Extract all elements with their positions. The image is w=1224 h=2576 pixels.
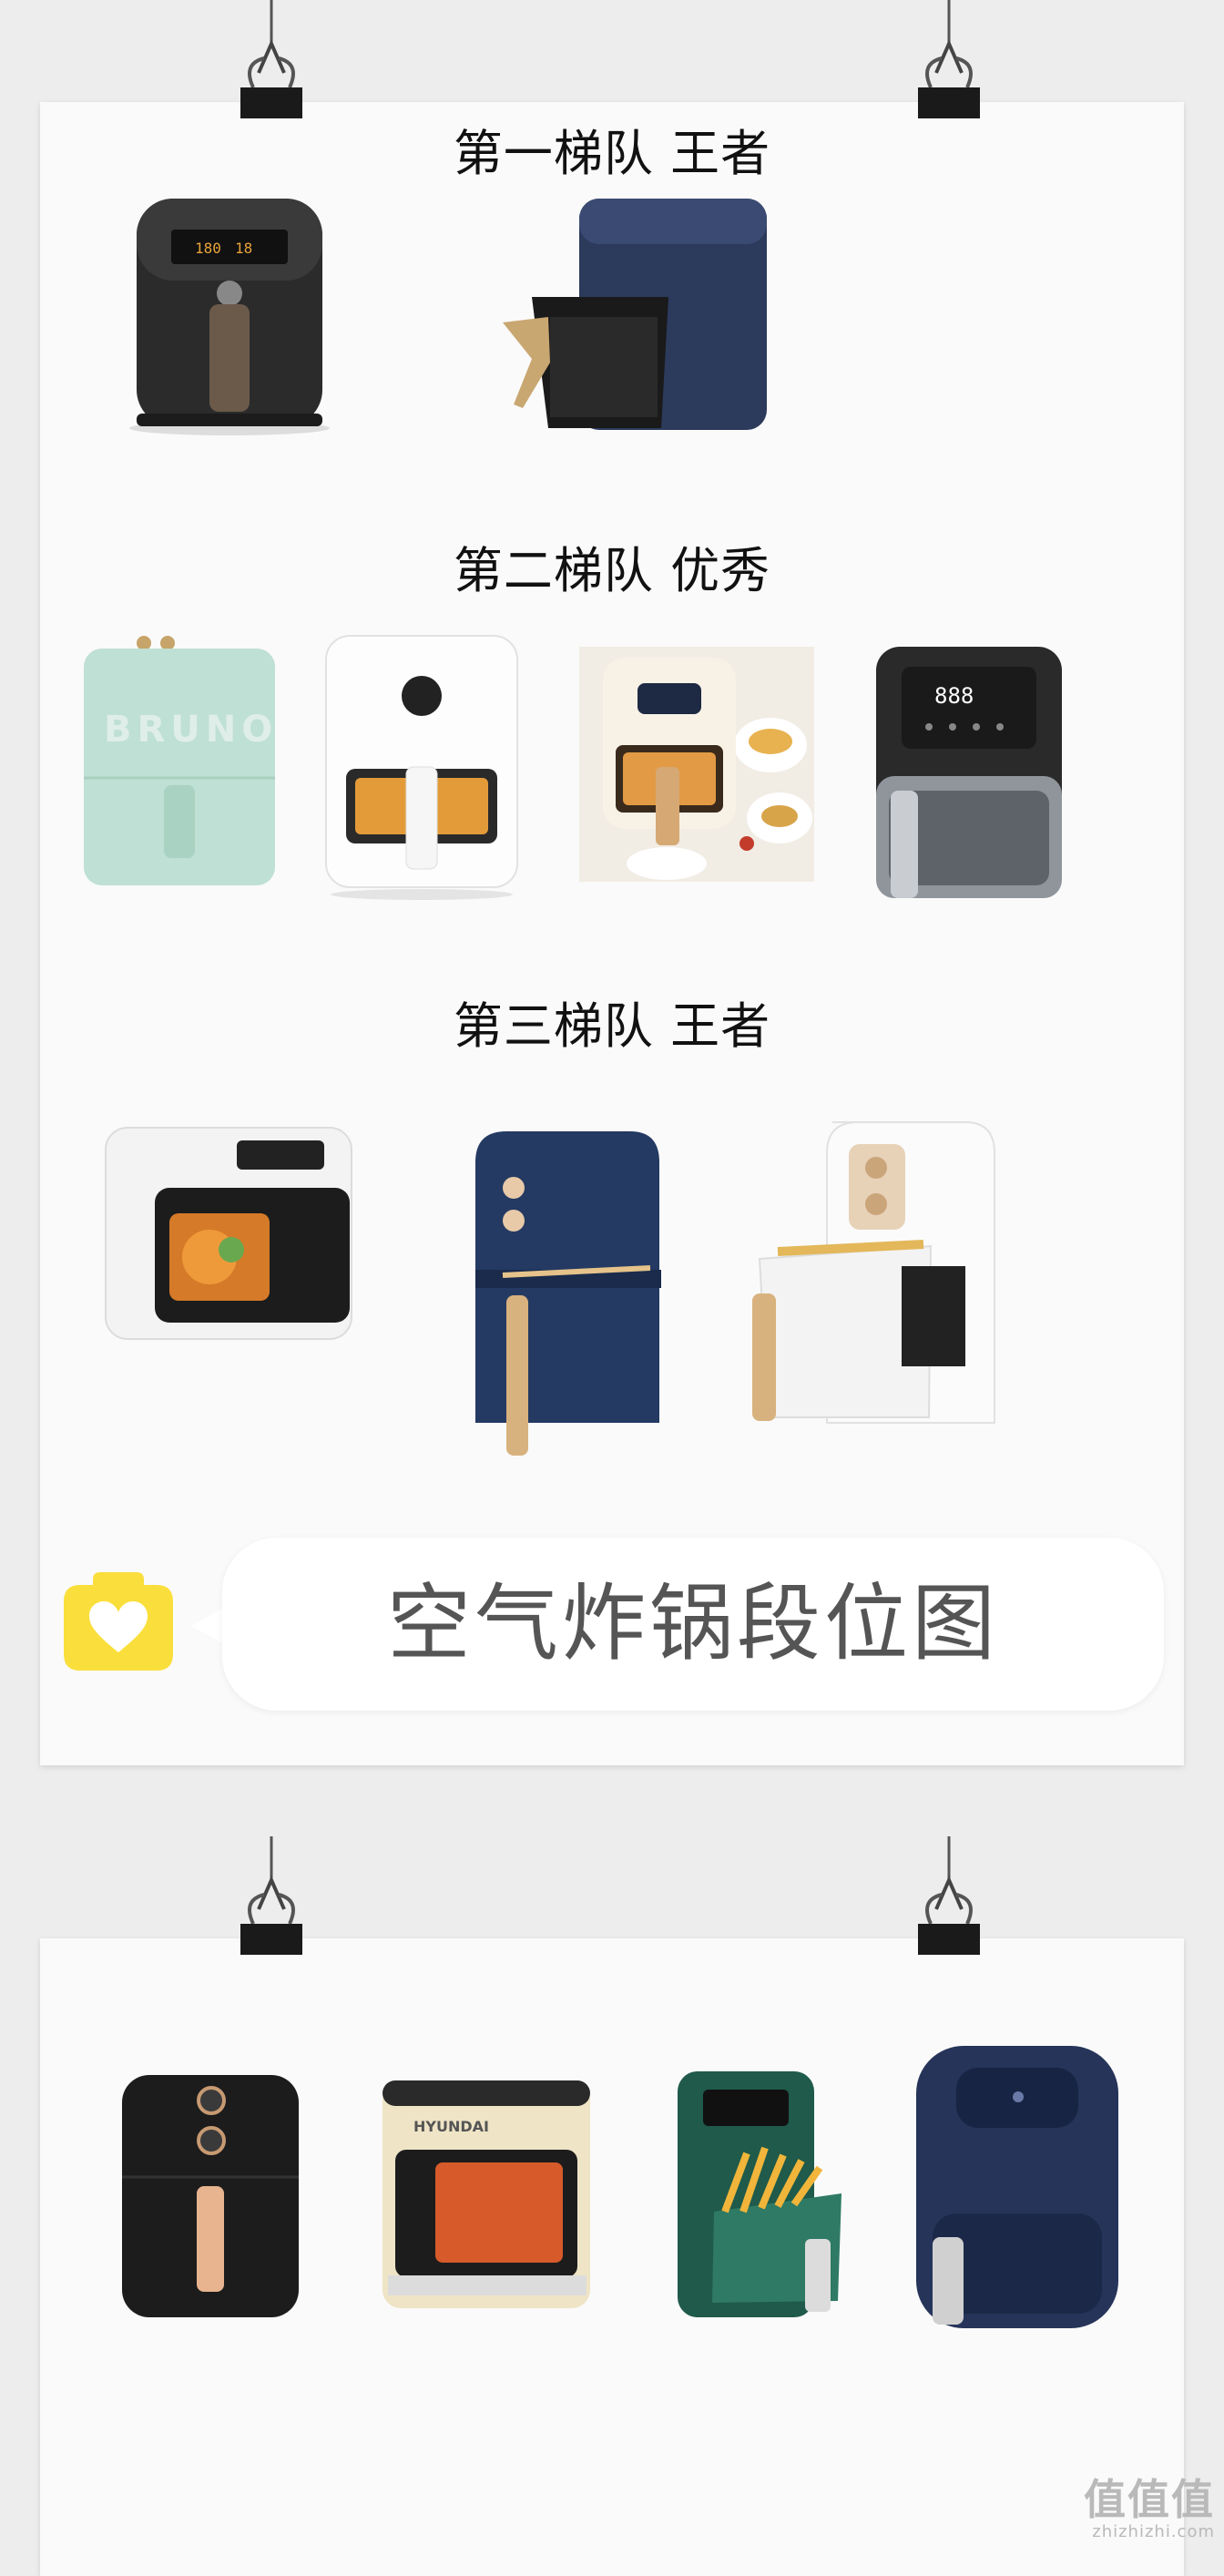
philips-black-air-fryer: 180 18 — [129, 199, 330, 435]
speech-bubble-tail — [191, 1608, 224, 1644]
cream-air-fryer-with-food — [579, 647, 814, 882]
watermark-logo: 值值值 — [1084, 2475, 1215, 2524]
white-dial-air-fryer-basket-open — [752, 1121, 995, 1424]
binder-clip-icon — [918, 0, 980, 118]
svg-text:888: 888 — [934, 683, 974, 709]
tier-board: 第一梯队 王者 180 18 第二梯队 优秀 BRUNO 888 第三梯队 王者… — [40, 102, 1184, 1765]
white-visual-air-fryer — [105, 1127, 352, 1340]
black-steel-digital-air-fryer: 888 — [876, 647, 1062, 898]
banner-title: 空气炸锅段位图 — [386, 1575, 999, 1672]
green-hyundai-air-fryer — [678, 2071, 842, 2317]
watermark: 值值值 zhizhizhi.com — [1084, 2477, 1215, 2541]
binder-clip-icon — [918, 1836, 980, 1955]
navy-dial-air-fryer — [475, 1131, 661, 1456]
black-dial-air-fryer — [122, 2075, 299, 2317]
tier-1-title: 第一梯队 王者 — [453, 125, 771, 182]
binder-clip-icon — [240, 1836, 302, 1955]
binder-clip-icon — [240, 0, 302, 118]
svg-text:HYUNDAI: HYUNDAI — [413, 2118, 489, 2135]
svg-text:BRUNO: BRUNO — [104, 709, 278, 751]
watermark-url: zhizhizhi.com — [1092, 2522, 1215, 2541]
navy-air-fryer-basket-open — [503, 199, 767, 430]
bruno-mint-air-fryer: BRUNO — [84, 636, 278, 885]
hyundai-visual-air-fryer: HYUNDAI — [382, 2080, 590, 2308]
navy-round-air-fryer — [916, 2046, 1118, 2328]
camera-heart-icon — [62, 1570, 175, 1672]
white-window-air-fryer — [325, 635, 518, 900]
svg-text:18: 18 — [235, 240, 252, 257]
tier-3-title: 第三梯队 王者 — [453, 997, 771, 1055]
title-banner: 空气炸锅段位图 — [222, 1538, 1164, 1711]
tier-board-2: HYUNDAI — [40, 1938, 1184, 2576]
tier-2-title: 第二梯队 优秀 — [453, 542, 771, 599]
svg-text:180: 180 — [195, 240, 221, 257]
